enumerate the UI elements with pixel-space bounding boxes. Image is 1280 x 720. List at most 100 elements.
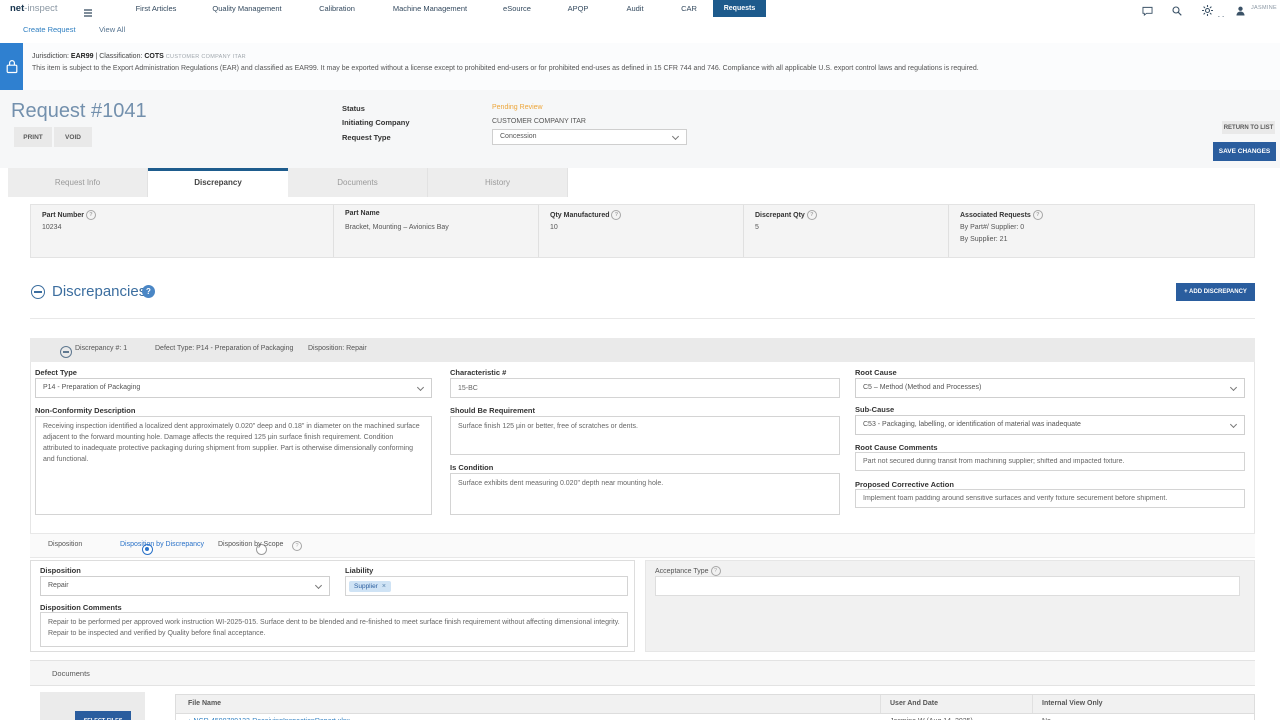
nav-calibration[interactable]: Calibration [319,0,355,17]
non-conformity-description-label: Non-Conformity Description [35,406,135,415]
qty-manufactured-label: Qty Manufactured ? [550,210,621,220]
banner-separator: | [95,53,97,60]
sub-nav [0,17,1280,44]
associated-by-part-value: By Part#/ Supplier: 0 [960,224,1024,231]
user-and-date-header: User And Date [890,700,938,707]
divider [30,318,1255,319]
part-number-value: 10234 [42,224,61,231]
non-conformity-description-textarea[interactable]: Receiving inspection identified a locali… [35,416,432,515]
part-number-info-icon[interactable]: ? [86,210,96,220]
nav-apqp[interactable]: APQP [568,0,589,17]
view-all-link[interactable]: View All [99,17,125,43]
should-be-requirement-textarea[interactable]: Surface finish 125 μin or better, free o… [450,416,840,455]
disposition-comments-textarea[interactable]: Repair to be performed per approved work… [40,612,628,647]
select-chevron-icon [1230,384,1237,391]
root-cause-select[interactable]: C5 – Method (Method and Processes) [855,378,1245,398]
save-changes-button[interactable]: SAVE CHANGES [1213,142,1276,161]
root-cause-label: Root Cause [855,368,897,377]
logo-bold: net [10,3,24,14]
defect-type-select[interactable]: P14 - Preparation of Packaging [35,378,432,398]
jurisdiction-value: EAR99 [71,53,94,60]
top-nav: net-inspect First Articles Quality Manag… [0,0,1280,18]
should-be-requirement-label: Should Be Requirement [450,406,535,415]
discrepancy-disposition-summary: Disposition: Repair [308,345,367,352]
select-chevron-icon [672,133,679,140]
associated-requests-label: Associated Requests ? [960,210,1043,220]
status-label: Status [342,104,365,113]
nav-audit[interactable]: Audit [626,0,643,17]
divider [333,205,334,257]
divider [538,205,539,257]
page: net-inspect First Articles Quality Manag… [0,0,1280,720]
initiating-company-value: CUSTOMER COMPANY ITAR [492,118,586,125]
acceptance-type-input[interactable] [655,576,1240,596]
tab-discrepancy[interactable]: Discrepancy [148,168,288,197]
sub-cause-value: C53 - Packaging, labelling, or identific… [856,421,1081,428]
page-title: Request #1041 [11,100,147,123]
root-cause-comments-input[interactable] [855,452,1245,471]
add-discrepancy-button[interactable]: + ADD DISCREPANCY [1176,283,1255,301]
nav-quality-management[interactable]: Quality Management [212,0,281,17]
request-type-label: Request Type [342,133,391,142]
nav-car[interactable]: CAR [681,0,697,17]
discrepancies-help-icon[interactable]: ? [142,285,155,298]
disposition-mode-info-icon[interactable]: ? [292,541,302,551]
divider [743,205,744,257]
collapse-section-icon[interactable] [31,285,45,299]
tab-request-info[interactable]: Request Info [8,168,148,197]
tab-documents[interactable]: Documents [288,168,428,197]
liability-chip[interactable]: Supplier × [349,581,391,592]
nav-requests-active[interactable]: Requests [713,0,766,17]
is-condition-textarea[interactable]: Surface exhibits dent measuring 0.020" d… [450,473,840,515]
proposed-corrective-action-input[interactable] [855,489,1245,508]
discrepant-qty-label: Discrepant Qty ? [755,210,817,220]
tab-history[interactable]: History [428,168,568,197]
lock-icon [0,43,23,90]
disposition-value: Repair [41,582,69,589]
liability-label: Liability [345,566,373,575]
disposition-mode-strip [30,533,1255,558]
disposition-row-label: Disposition [48,541,82,548]
create-request-link[interactable]: Create Request [23,17,76,43]
liability-field[interactable]: Supplier × [345,576,628,596]
banner-line1: Jurisdiction: EAR99 | Classification: CO… [32,53,246,60]
banner-body: This item is subject to the Export Admin… [32,65,979,72]
select-chevron-icon [1230,421,1237,428]
disposition-label: Disposition [40,566,81,575]
nav-esource[interactable]: eSource [503,0,531,17]
divider [880,695,881,713]
acceptance-type-label: Acceptance Type ? [655,566,721,576]
discrepancy-number-summary: Discrepancy #: 1 [75,345,127,352]
documents-strip [30,660,1255,686]
app-logo[interactable]: net-inspect [10,0,58,17]
liability-chip-label: Supplier [354,583,378,590]
acceptance-type-info-icon[interactable]: ? [711,566,721,576]
acceptance-panel [645,560,1255,652]
associated-requests-info-icon[interactable]: ? [1033,210,1043,220]
select-files-button[interactable]: SELECT FILES [75,711,131,720]
logo-light: -inspect [24,3,57,14]
documents-section-title: Documents [52,669,90,678]
sub-cause-select[interactable]: C53 - Packaging, labelling, or identific… [855,415,1245,435]
username-label[interactable]: JASMINE [1251,0,1277,17]
disposition-by-discrepancy-label[interactable]: Disposition by Discrepancy [120,541,204,548]
characteristic-input[interactable] [450,378,840,398]
disposition-by-scope-label[interactable]: Disposition by Scope [218,541,283,548]
associated-by-supplier-value: By Supplier: 21 [960,236,1007,243]
nav-first-articles[interactable]: First Articles [136,0,177,17]
disposition-select[interactable]: Repair [40,576,330,596]
print-button[interactable]: PRINT [14,127,52,147]
chip-remove-icon[interactable]: × [382,583,386,590]
discrepant-qty-info-icon[interactable]: ? [807,210,817,220]
part-name-value: Bracket, Mounting – Avionics Bay [345,224,449,231]
classification-label: Classification: [99,53,142,60]
status-value: Pending Review [492,104,543,111]
company-tag: CUSTOMER COMPANY ITAR [166,54,246,60]
return-to-list-button[interactable]: RETURN TO LIST [1222,121,1275,134]
nav-machine-management[interactable]: Machine Management [393,0,467,17]
discrepancies-section-title: Discrepancies [52,283,146,300]
void-button[interactable]: VOID [54,127,92,147]
qty-manufactured-value: 10 [550,224,558,231]
qty-manufactured-info-icon[interactable]: ? [611,210,621,220]
request-type-select[interactable]: Concession [492,129,687,145]
